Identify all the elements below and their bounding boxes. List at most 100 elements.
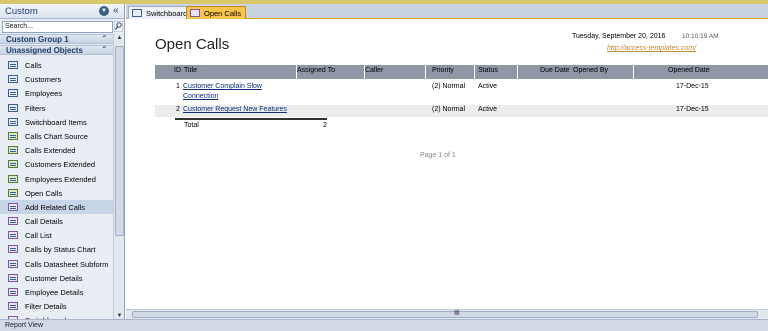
document-tabs: Switchboard Open Calls — [126, 4, 768, 19]
nav-item-label: Filter Details — [25, 302, 67, 312]
cell-title-link[interactable]: Customer Complain Slow — [183, 83, 262, 90]
nav-item[interactable]: Filter Details — [0, 299, 113, 313]
table-row-continuation: Connection — [155, 92, 768, 104]
tab-switchboard[interactable]: Switchboard — [128, 6, 193, 19]
table-icon — [8, 89, 18, 98]
nav-item-label: Add Related Calls — [25, 202, 86, 212]
table-icon — [8, 75, 18, 84]
scroll-thumb[interactable] — [115, 46, 124, 236]
chevron-down-icon[interactable]: ▼ — [99, 6, 109, 16]
collapse-group-icon[interactable]: ⌃ — [101, 34, 108, 43]
nav-item[interactable]: Calls Chart Source — [0, 129, 113, 143]
form-icon — [8, 188, 18, 197]
column-header: Priority — [432, 67, 454, 74]
nav-item[interactable]: Calls Datasheet Subform — [0, 257, 113, 271]
nav-item[interactable]: Call List — [0, 228, 113, 242]
search-input[interactable]: Search... — [2, 21, 113, 33]
nav-item-label: Filters — [25, 103, 46, 113]
shutter-collapse-icon[interactable]: « — [113, 5, 119, 16]
nav-item-label: Customers — [25, 75, 62, 85]
nav-item-label: Customers Extended — [25, 160, 96, 170]
report-date: Tuesday, September 20, 2016 — [572, 33, 666, 40]
report-time: 10:10:19 AM — [682, 33, 719, 40]
nav-item-label: Calls by Status Chart — [25, 245, 96, 255]
cell-opened-date: 17-Dec-15 — [676, 106, 709, 113]
cell-priority: (2) Normal — [432, 106, 466, 113]
nav-item-label: Call List — [25, 231, 52, 241]
nav-item[interactable]: Customers — [0, 72, 113, 86]
nav-item[interactable]: Filters — [0, 101, 113, 115]
nav-item-label: Customer Details — [25, 273, 83, 283]
nav-item-label: Calls Chart Source — [25, 131, 88, 141]
nav-item[interactable]: Employee Details — [0, 285, 113, 299]
nav-item-label: Open Calls — [25, 188, 63, 198]
report-icon — [8, 231, 18, 240]
nav-item[interactable]: Customer Details — [0, 271, 113, 285]
nav-vertical-scrollbar[interactable]: ▲ ▼ — [113, 34, 124, 323]
nav-item-label: Switchboard Items — [25, 117, 87, 127]
report-title: Open Calls — [155, 36, 230, 53]
collapse-group-icon[interactable]: ⌃ — [101, 45, 108, 54]
cell-id: 1 — [176, 83, 180, 90]
table-icon — [8, 117, 18, 126]
nav-item[interactable]: Calls Extended — [0, 143, 113, 157]
nav-item[interactable]: Calls — [0, 58, 113, 72]
nav-pane-title: Custom — [5, 6, 38, 17]
cell-title-link[interactable]: Connection — [183, 93, 218, 100]
cell-title-link[interactable]: Customer Request New Features — [183, 106, 287, 113]
page-number: Page 1 of 1 — [420, 152, 456, 159]
nav-item-label: Calls Extended — [25, 146, 76, 156]
tab-open-calls[interactable]: Open Calls — [186, 6, 247, 19]
nav-item[interactable]: Employees Extended — [0, 172, 113, 186]
nav-item[interactable]: Open Calls — [0, 186, 113, 200]
nav-item[interactable]: Calls by Status Chart — [0, 242, 113, 256]
nav-item[interactable]: Call Details — [0, 214, 113, 228]
total-value: 2 — [323, 122, 327, 129]
cell-priority: (2) Normal — [432, 83, 466, 90]
group-label: Unassigned Objects — [6, 46, 83, 55]
total-label: Total — [184, 122, 199, 129]
nav-item[interactable]: Add Related Calls — [0, 199, 113, 215]
nav-item-label: Employees Extended — [25, 174, 96, 184]
website-link[interactable]: http://access-templates.com/ — [607, 45, 696, 52]
divider — [425, 65, 426, 79]
report-icon — [8, 288, 18, 296]
report-icon — [190, 9, 200, 17]
nav-item-label: Employee Details — [25, 288, 84, 297]
nav-item[interactable]: Switchboard Items — [0, 115, 113, 129]
divider — [633, 65, 634, 79]
column-header: Due Date — [540, 67, 570, 74]
cell-id: 2 — [176, 106, 180, 113]
column-header: Opened Date — [668, 67, 710, 74]
total-divider — [175, 118, 327, 120]
nav-item[interactable]: Customers Extended — [0, 157, 113, 171]
report-view: Open Calls Tuesday, September 20, 2016 1… — [126, 20, 768, 309]
nav-pane-header[interactable]: Custom ▼ « — [0, 4, 124, 19]
report-horizontal-scrollbar[interactable]: ▦ — [126, 309, 768, 319]
column-header: Caller — [365, 67, 384, 74]
report-icon — [8, 202, 18, 211]
nav-item-label: Calls Datasheet Subform — [25, 259, 109, 269]
form-icon — [8, 131, 18, 140]
column-header-row: ID Title Assigned To Caller Priority Sta… — [155, 65, 768, 79]
group-header-custom-group-1[interactable]: Custom Group 1 ⌃ — [0, 34, 113, 44]
report-icon — [8, 273, 18, 282]
cell-status: Active — [478, 83, 498, 90]
nav-item[interactable]: Employees — [0, 86, 113, 100]
group-header-unassigned-objects[interactable]: Unassigned Objects ⌃ — [0, 45, 113, 55]
cell-status: Active — [478, 106, 498, 113]
search-icon[interactable] — [114, 21, 123, 32]
table-icon — [8, 103, 18, 112]
column-header: ID — [174, 67, 181, 74]
report-icon — [8, 302, 18, 311]
tab-label: Open Calls — [204, 9, 242, 18]
grip-icon: ▦ — [454, 310, 460, 316]
scroll-thumb[interactable] — [132, 311, 758, 318]
column-header: Opened By — [573, 67, 609, 74]
report-icon — [8, 259, 18, 268]
status-bar: Report View — [0, 319, 768, 331]
divider — [517, 65, 518, 79]
divider — [474, 65, 475, 79]
scroll-up-icon[interactable]: ▲ — [115, 35, 124, 44]
cell-opened-date: 17-Dec-15 — [676, 83, 709, 90]
